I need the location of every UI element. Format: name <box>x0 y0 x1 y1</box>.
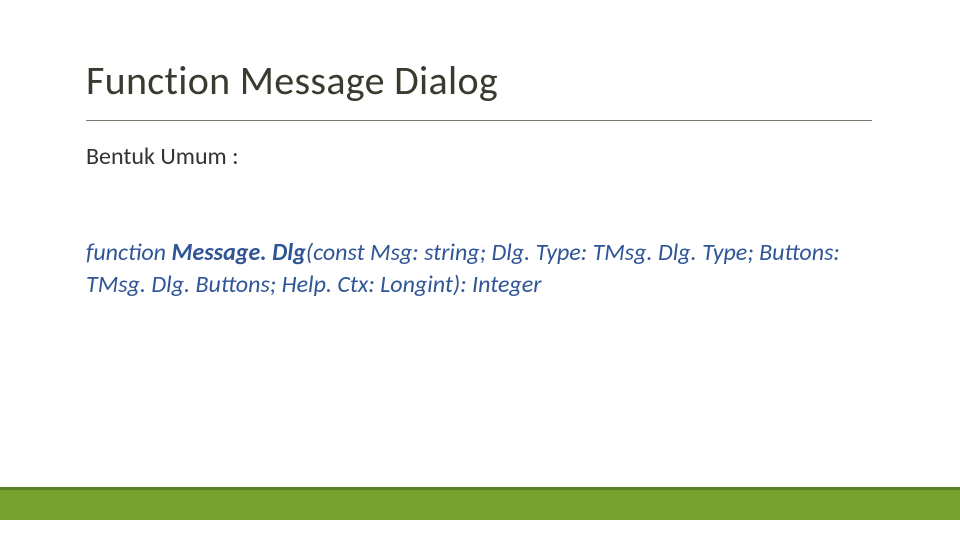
function-signature: function Message. Dlg(const Msg: string;… <box>86 237 872 301</box>
signature-bold: Message. Dlg <box>171 238 305 267</box>
slide-title: Function Message Dialog <box>86 56 498 105</box>
slide-subtitle: Bentuk Umum : <box>86 142 239 171</box>
signature-prefix: function <box>86 238 171 267</box>
title-underline <box>86 120 872 121</box>
slide: Function Message Dialog Bentuk Umum : fu… <box>0 0 960 540</box>
footer-bar <box>0 490 960 520</box>
